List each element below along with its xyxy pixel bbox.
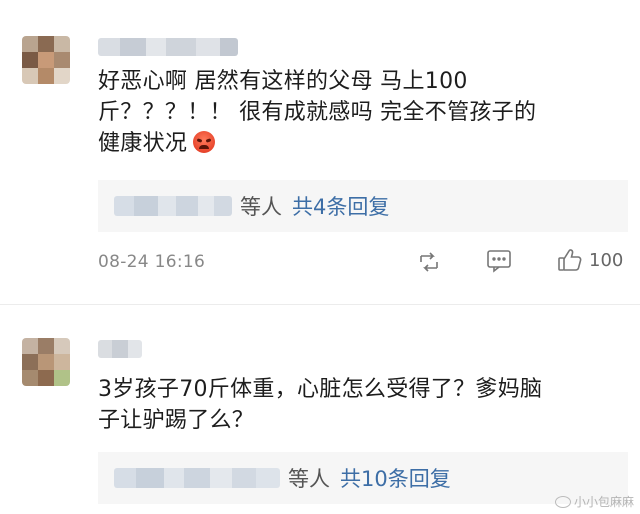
wechat-icon — [554, 495, 571, 508]
reply-suffix: 等人 — [288, 467, 330, 491]
thumbs-up-icon — [558, 249, 582, 271]
comment-line: 好恶心啊 居然有这样的父母 马上100 — [98, 69, 468, 94]
reply-summary[interactable]: 等人 共4条回复 — [98, 180, 628, 232]
comment-body: 好恶心啊 居然有这样的父母 马上100 斤？？？！！ 很有成就感吗 完全不管孩子… — [98, 66, 536, 159]
username-blurred[interactable] — [98, 340, 142, 358]
avatar[interactable] — [22, 36, 70, 84]
avatar[interactable] — [22, 338, 70, 386]
reply-usernames-blurred — [114, 196, 232, 216]
reply-summary[interactable]: 等人 共10条回复 — [98, 452, 628, 504]
like-button[interactable]: 100 — [557, 247, 623, 273]
comment-body: 3岁孩子70斤体重，心脏怎么受得了？爹妈脑 子让驴踢了么？ — [98, 374, 542, 436]
like-count: 100 — [589, 249, 624, 271]
username-blurred[interactable] — [98, 38, 238, 56]
comment-line: 3岁孩子70斤体重，心脏怎么受得了？爹妈脑 — [98, 377, 543, 402]
share-button[interactable] — [416, 250, 442, 274]
comment-meta: 08-24 16:16 — [98, 248, 628, 276]
watermark-text: 小小包麻麻 — [573, 495, 634, 509]
view-replies-link[interactable]: 共4条回复 — [292, 191, 389, 221]
comment-line: 斤？？？！！ 很有成就感吗 完全不管孩子的 — [98, 100, 537, 125]
comment-line: 健康状况 — [98, 128, 536, 159]
angry-face-emoji-icon — [193, 131, 216, 153]
comment-button[interactable] — [486, 249, 512, 273]
reply-suffix: 等人 — [240, 195, 282, 219]
reply-usernames-blurred — [114, 468, 280, 488]
comment-icon — [487, 250, 511, 273]
comment-divider — [0, 304, 640, 305]
timestamp: 08-24 16:16 — [98, 252, 206, 272]
share-icon — [420, 252, 438, 272]
watermark: 小小包麻麻 — [554, 493, 634, 510]
comment-line: 子让驴踢了么？ — [98, 408, 255, 433]
view-replies-link[interactable]: 共10条回复 — [340, 463, 451, 493]
